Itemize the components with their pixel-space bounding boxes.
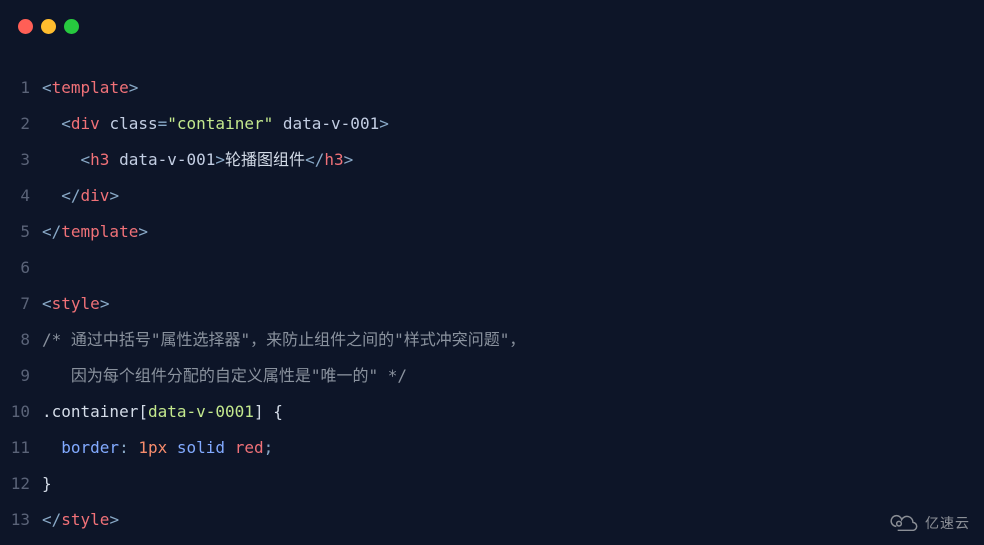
line-number: 5: [0, 214, 42, 250]
cloud-icon: [887, 511, 919, 535]
line-number: 11: [0, 430, 42, 466]
code-line: 2 <div class="container" data-v-001>: [0, 106, 984, 142]
line-number: 10: [0, 394, 42, 430]
line-number: 1: [0, 70, 42, 106]
code-content[interactable]: /* 通过中括号"属性选择器"，来防止组件之间的"样式冲突问题"，: [42, 322, 525, 358]
code-line: 8/* 通过中括号"属性选择器"，来防止组件之间的"样式冲突问题"，: [0, 322, 984, 358]
window-titlebar: [0, 0, 984, 52]
line-number: 13: [0, 502, 42, 538]
code-content[interactable]: </div>: [42, 178, 119, 214]
line-number: 12: [0, 466, 42, 502]
code-content[interactable]: <div class="container" data-v-001>: [42, 106, 389, 142]
code-editor-window: 1<template>2 <div class="container" data…: [0, 0, 984, 545]
code-content[interactable]: <h3 data-v-001>轮播图组件</h3>: [42, 142, 353, 178]
code-line: 7<style>: [0, 286, 984, 322]
zoom-icon[interactable]: [64, 19, 79, 34]
code-line: 12}: [0, 466, 984, 502]
minimize-icon[interactable]: [41, 19, 56, 34]
code-content[interactable]: <style>: [42, 286, 109, 322]
code-line: 5</template>: [0, 214, 984, 250]
code-line: 3 <h3 data-v-001>轮播图组件</h3>: [0, 142, 984, 178]
code-line: 6: [0, 250, 984, 286]
code-line: 13</style>: [0, 502, 984, 538]
code-line: 9 因为每个组件分配的自定义属性是"唯一的" */: [0, 358, 984, 394]
line-number: 3: [0, 142, 42, 178]
code-content[interactable]: </style>: [42, 502, 119, 538]
line-number: 8: [0, 322, 42, 358]
code-content[interactable]: .container[data-v-0001] {: [42, 394, 283, 430]
code-content[interactable]: }: [42, 466, 52, 502]
code-content[interactable]: </template>: [42, 214, 148, 250]
code-content[interactable]: 因为每个组件分配的自定义属性是"唯一的" */: [42, 358, 407, 394]
line-number: 2: [0, 106, 42, 142]
code-content[interactable]: <template>: [42, 70, 138, 106]
close-icon[interactable]: [18, 19, 33, 34]
line-number: 9: [0, 358, 42, 394]
code-line: 1<template>: [0, 70, 984, 106]
line-number: 6: [0, 250, 42, 286]
code-line: 4 </div>: [0, 178, 984, 214]
code-editor[interactable]: 1<template>2 <div class="container" data…: [0, 52, 984, 538]
line-number: 4: [0, 178, 42, 214]
watermark-text: 亿速云: [925, 513, 970, 533]
code-content[interactable]: border: 1px solid red;: [42, 430, 273, 466]
line-number: 7: [0, 286, 42, 322]
watermark: 亿速云: [887, 511, 970, 535]
code-line: 11 border: 1px solid red;: [0, 430, 984, 466]
code-line: 10.container[data-v-0001] {: [0, 394, 984, 430]
